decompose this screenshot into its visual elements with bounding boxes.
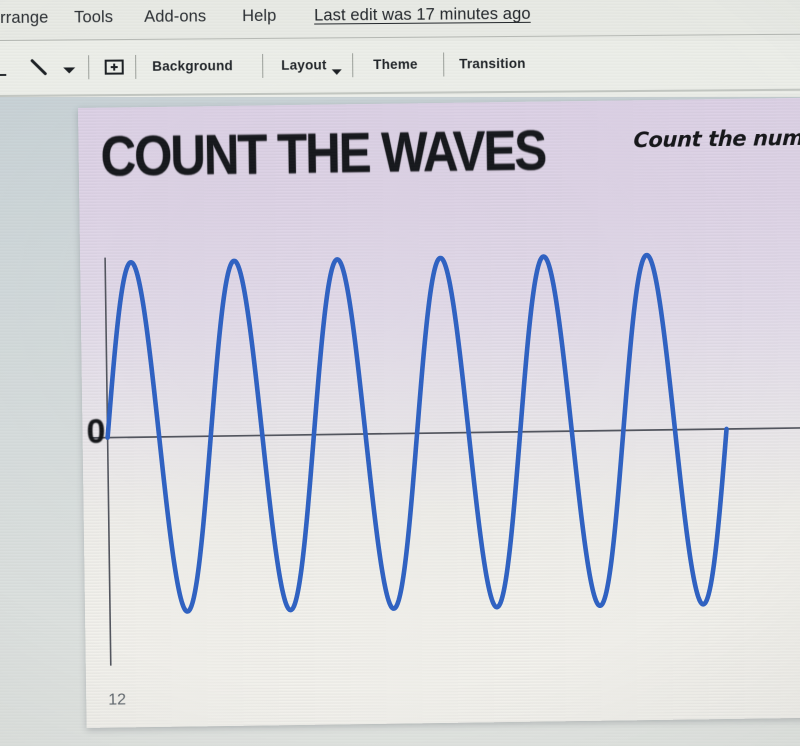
zero-axis-label: 0 bbox=[86, 412, 106, 451]
new-slide-icon[interactable] bbox=[103, 56, 125, 83]
layout-button[interactable]: Layout bbox=[281, 57, 327, 72]
line-tool-icon[interactable] bbox=[28, 57, 50, 84]
menu-item-tools[interactable]: Tools bbox=[74, 8, 113, 27]
menu-item-help[interactable]: Help bbox=[242, 7, 276, 26]
slide-page-number: 12 bbox=[108, 691, 127, 709]
x-axis-line bbox=[90, 426, 800, 439]
toolbar-divider bbox=[352, 53, 354, 78]
layout-chevron-down-icon[interactable] bbox=[331, 63, 342, 81]
screenshot-root: rrange Tools Add-ons Help Last edit was … bbox=[0, 0, 800, 746]
partial-tool-icon[interactable] bbox=[0, 59, 10, 84]
slide-canvas[interactable]: COUNT THE WAVES Count the num 0 12 bbox=[78, 97, 800, 728]
toolbar-divider bbox=[135, 54, 137, 79]
y-axis-line bbox=[104, 257, 112, 666]
toolbar-divider bbox=[262, 53, 264, 78]
toolbar: Background Layout Theme Transition bbox=[0, 41, 800, 98]
wave-chart bbox=[90, 252, 800, 666]
toolbar-divider bbox=[88, 55, 90, 80]
sine-wave-path bbox=[105, 252, 729, 614]
background-button[interactable]: Background bbox=[152, 58, 233, 74]
menu-item-arrange[interactable]: rrange bbox=[0, 9, 48, 28]
last-edit-link[interactable]: Last edit was 17 minutes ago bbox=[314, 5, 531, 26]
toolbar-divider bbox=[443, 52, 445, 77]
transition-button[interactable]: Transition bbox=[459, 56, 526, 72]
menu-item-add-ons[interactable]: Add-ons bbox=[144, 7, 206, 26]
toolbar-bottom-divider bbox=[0, 88, 800, 98]
theme-button[interactable]: Theme bbox=[373, 57, 418, 72]
chevron-down-icon[interactable] bbox=[62, 62, 76, 80]
